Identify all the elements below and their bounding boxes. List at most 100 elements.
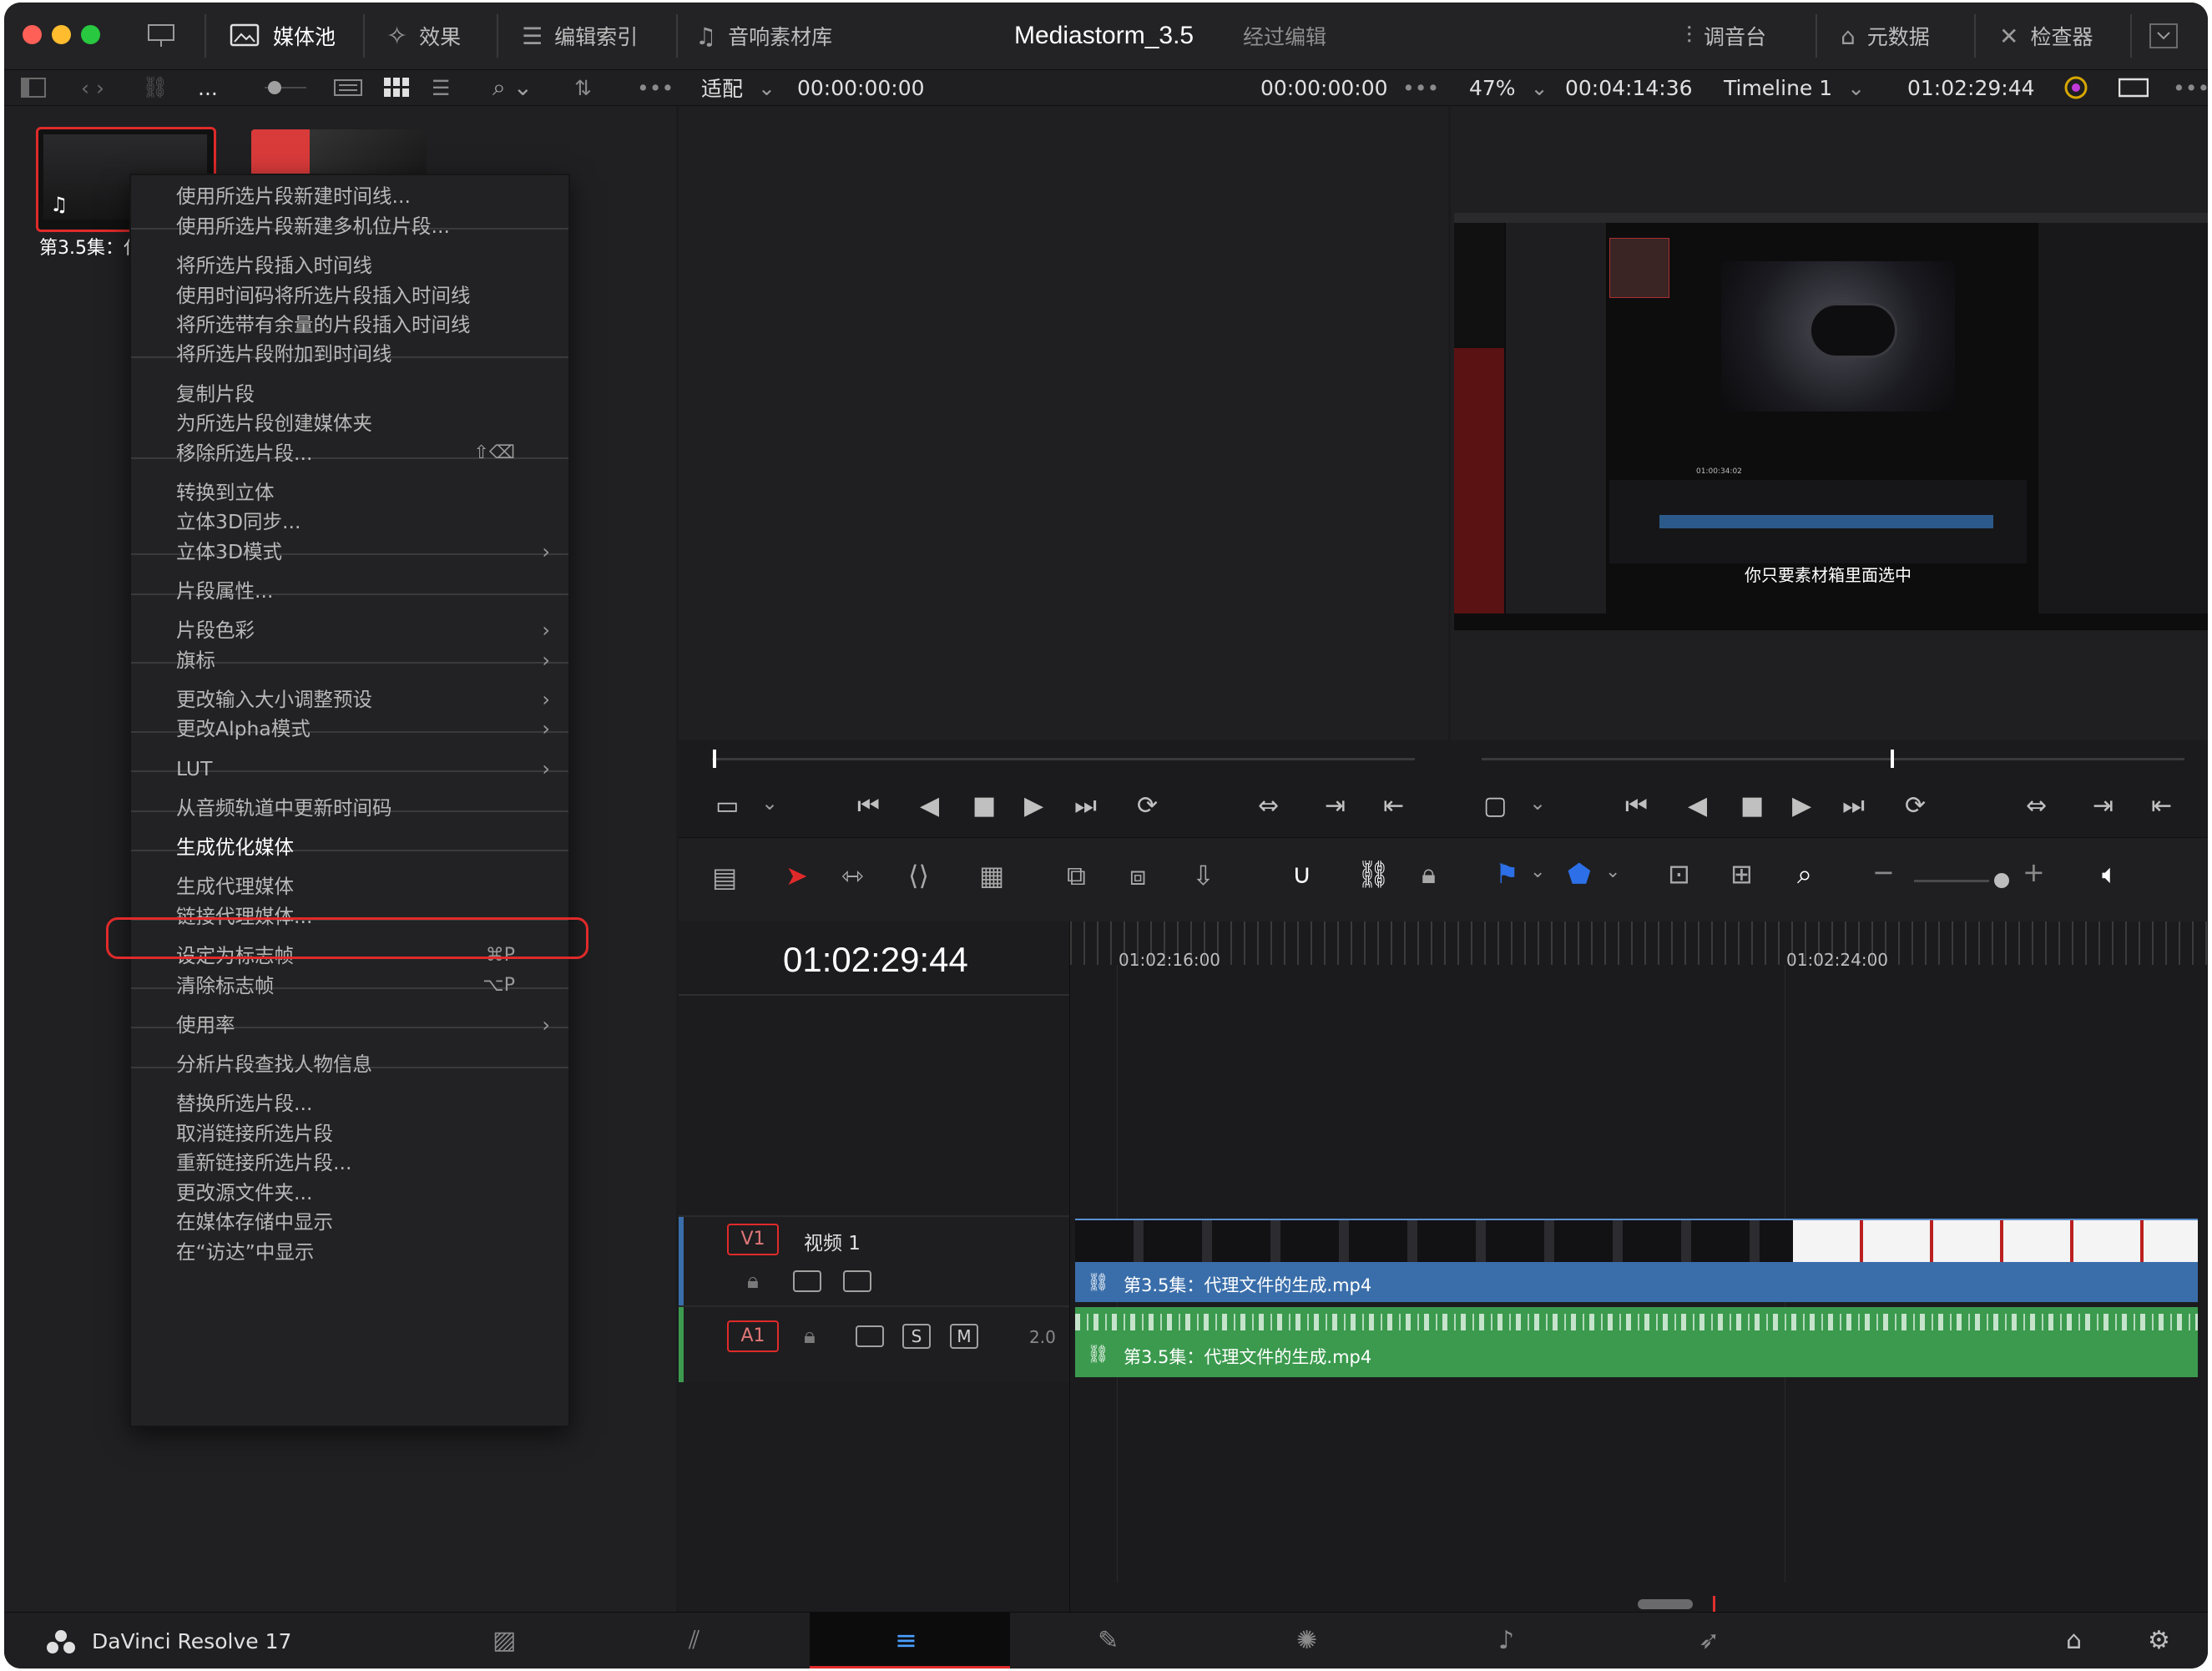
go-to-end-icon[interactable]: ⏭ xyxy=(1842,791,1865,820)
zoom-custom-icon[interactable]: ⌕ xyxy=(1797,858,1812,891)
settings-gear-icon[interactable]: ⚙ xyxy=(2148,1626,2170,1655)
timeline-scrubber[interactable] xyxy=(1482,758,2184,760)
metadata-view-icon[interactable] xyxy=(334,73,362,102)
speaker-icon[interactable]: 🔈︎ xyxy=(2102,858,2118,891)
context-menu-item[interactable]: 旗标 › xyxy=(131,644,568,677)
chevron-down-icon[interactable]: ⌄ xyxy=(1605,861,1620,882)
clip-view-icon[interactable]: ▭ xyxy=(715,791,739,820)
context-menu-item[interactable]: 替换所选片段... xyxy=(131,1087,568,1120)
disable-track-icon[interactable] xyxy=(843,1270,871,1292)
context-menu-item[interactable]: 更改源文件夹... xyxy=(131,1176,568,1209)
home-icon[interactable]: ⌂ xyxy=(2066,1626,2082,1655)
match-frame-icon[interactable]: ⇔ xyxy=(1258,791,1279,820)
chevron-down-icon[interactable]: ⌄ xyxy=(761,791,778,815)
context-menu-item[interactable]: 使用时间码将所选片段插入时间线 xyxy=(131,279,568,312)
context-menu-item[interactable]: 立体3D模式 › xyxy=(131,535,568,568)
context-menu-item[interactable]: 取消链接所选片段 xyxy=(131,1117,568,1150)
context-menu-item[interactable]: 使用率 › xyxy=(131,1008,568,1042)
go-to-end-icon[interactable]: ⏭ xyxy=(1074,791,1097,820)
fusion-page-icon[interactable]: ✎ xyxy=(1098,1626,1119,1655)
solo-button[interactable]: S xyxy=(902,1324,931,1349)
context-menu-item[interactable]: 移除所选片段... ⇧⌫ xyxy=(131,437,568,470)
mute-button[interactable]: M xyxy=(950,1324,978,1349)
transform-icon[interactable]: ▢ xyxy=(1483,791,1507,820)
auto-select-icon[interactable] xyxy=(856,1325,884,1347)
mark-out-icon[interactable]: ⇤ xyxy=(2151,791,2172,820)
more-options-icon[interactable]: ••• xyxy=(637,73,674,102)
fairlight-page-icon[interactable]: ♪ xyxy=(1498,1626,1514,1655)
chevron-down-icon[interactable]: ⌄ xyxy=(1529,791,1546,815)
timeline-viewer-playhead[interactable] xyxy=(1891,750,1894,768)
source-playhead[interactable] xyxy=(713,750,716,768)
edit-page-tab[interactable]: ≡ xyxy=(810,1613,1010,1668)
context-menu-item[interactable]: 分析片段查找人物信息 xyxy=(131,1048,568,1081)
zoom-detail-icon[interactable]: ⊞ xyxy=(1730,858,1753,890)
mark-in-icon[interactable]: ⇥ xyxy=(2093,791,2114,820)
effects-tab[interactable]: ✧ 效果 xyxy=(386,15,461,57)
layout-toggle-button[interactable] xyxy=(146,15,176,57)
close-window-button[interactable] xyxy=(23,25,42,44)
play-icon[interactable]: ▶ xyxy=(1024,791,1043,820)
auto-select-icon[interactable] xyxy=(793,1270,821,1292)
sort-icon[interactable]: ⇅ xyxy=(574,73,592,102)
trim-edit-icon[interactable]: ⇿ xyxy=(841,860,864,891)
linked-selection-icon[interactable]: ⛓ xyxy=(1356,858,1391,890)
context-menu-item[interactable]: 将所选片段插入时间线 xyxy=(131,249,568,282)
blade-icon[interactable]: ▦ xyxy=(979,860,1004,891)
playhead-marker[interactable] xyxy=(1713,1596,1715,1613)
position-lock-icon[interactable]: 🔒︎ xyxy=(1422,858,1436,891)
metadata-tab[interactable]: ⌂ 元数据 xyxy=(1841,15,1930,57)
mark-out-icon[interactable]: ⇤ xyxy=(1383,791,1404,820)
grid-view-icon[interactable] xyxy=(384,73,409,102)
dynamic-trim-icon[interactable]: ⟨⟩ xyxy=(908,860,929,891)
v1-destination-button[interactable]: V1 xyxy=(727,1224,779,1255)
loop-icon[interactable]: ⟳ xyxy=(1905,791,1926,820)
replace-clip-icon[interactable]: ⇩ xyxy=(1192,860,1215,891)
a1-destination-button[interactable]: A1 xyxy=(727,1320,779,1352)
insert-clip-icon[interactable]: ⧉ xyxy=(1067,860,1086,892)
context-menu-item[interactable]: 在“访达”中显示 xyxy=(131,1235,568,1269)
back-forward-icon[interactable]: ‹ › xyxy=(81,73,104,102)
snapping-icon[interactable]: ∪ xyxy=(1292,858,1311,890)
context-menu-item[interactable]: 使用所选片段新建多机位片段... xyxy=(131,210,568,243)
collapse-button[interactable] xyxy=(2149,15,2178,57)
minimize-window-button[interactable] xyxy=(52,25,71,44)
inspector-tab[interactable]: ✕ 检查器 xyxy=(1999,15,2093,57)
context-menu-item[interactable]: 生成代理媒体 xyxy=(131,870,568,903)
context-menu-item[interactable]: LUT › xyxy=(131,752,568,785)
color-wheel-icon[interactable] xyxy=(2062,73,2090,102)
viewer-mode-icon[interactable] xyxy=(2119,73,2149,102)
play-icon[interactable]: ▶ xyxy=(1792,791,1811,820)
stop-icon[interactable]: ■ xyxy=(972,791,996,820)
zoom-slider[interactable] xyxy=(1914,880,1989,882)
media-page-icon[interactable]: ▨ xyxy=(492,1626,516,1655)
color-page-icon[interactable]: ✺ xyxy=(1296,1626,1317,1655)
context-menu-item[interactable]: 将所选片段附加到时间线 xyxy=(131,337,568,371)
media-pool-tab[interactable]: 媒体池 xyxy=(230,15,336,57)
audio-clip[interactable]: ⛓ 第3.5集：代理文件的生成.mp4 xyxy=(1075,1307,2198,1377)
context-menu-item[interactable]: 更改输入大小调整预设 › xyxy=(131,683,568,716)
go-to-start-icon[interactable]: ⏮ xyxy=(1625,791,1648,820)
list-view-icon[interactable]: ☰ xyxy=(432,73,450,102)
match-frame-icon[interactable]: ⇔ xyxy=(2026,791,2047,820)
timeline-scrollbar[interactable] xyxy=(1638,1599,1693,1609)
marker-icon[interactable]: ⬟ xyxy=(1568,858,1591,890)
zoom-window-button[interactable] xyxy=(81,25,100,44)
context-menu-item[interactable]: 使用所选片段新建时间线... xyxy=(131,179,568,213)
timeline-selector[interactable]: Timeline 1 ⌄ xyxy=(1724,73,1865,102)
sound-library-tab[interactable]: ♫ 音响素材库 xyxy=(695,15,832,57)
context-menu-item[interactable]: 立体3D同步... xyxy=(131,505,568,538)
loop-icon[interactable]: ⟳ xyxy=(1137,791,1158,820)
more-options-icon[interactable]: ••• xyxy=(2173,73,2208,102)
lock-track-icon[interactable]: 🔒︎ xyxy=(804,1324,816,1350)
context-menu-item[interactable]: 更改Alpha模式 › xyxy=(131,712,568,745)
mark-in-icon[interactable]: ⇥ xyxy=(1325,791,1346,820)
generate-optimized-media-menu-item[interactable]: 生成优化媒体 xyxy=(131,830,568,864)
zoom-out-icon[interactable]: − xyxy=(1872,856,1895,888)
context-menu-item[interactable]: 清除标志帧 ⌥P xyxy=(131,969,568,1002)
link-icon[interactable]: ⛓ xyxy=(142,73,169,102)
timeline-ruler[interactable] xyxy=(1070,921,2208,965)
thumbnail-size-slider[interactable] xyxy=(265,73,306,102)
lock-track-icon[interactable]: 🔒︎ xyxy=(747,1269,759,1295)
mixer-tab[interactable]: ⫶ 调音台 xyxy=(1686,15,1766,57)
